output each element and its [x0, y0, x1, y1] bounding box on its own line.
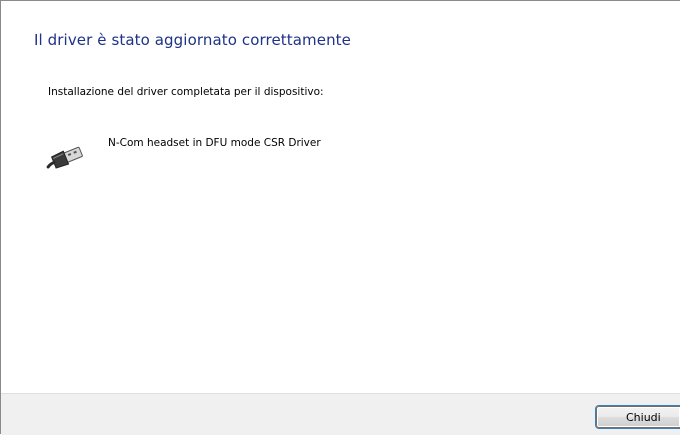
close-button[interactable]: Chiudi [596, 406, 680, 428]
dialog-message: Installazione del driver completata per … [48, 86, 324, 98]
dialog-footer: Chiudi [1, 393, 680, 435]
usb-plug-icon [46, 146, 83, 169]
driver-update-dialog: Il driver è stato aggiornato correttamen… [0, 0, 680, 435]
device-name-label: N-Com headset in DFU mode CSR Driver [108, 137, 321, 149]
dialog-content: Il driver è stato aggiornato correttamen… [1, 1, 680, 393]
dialog-heading: Il driver è stato aggiornato correttamen… [34, 31, 351, 49]
